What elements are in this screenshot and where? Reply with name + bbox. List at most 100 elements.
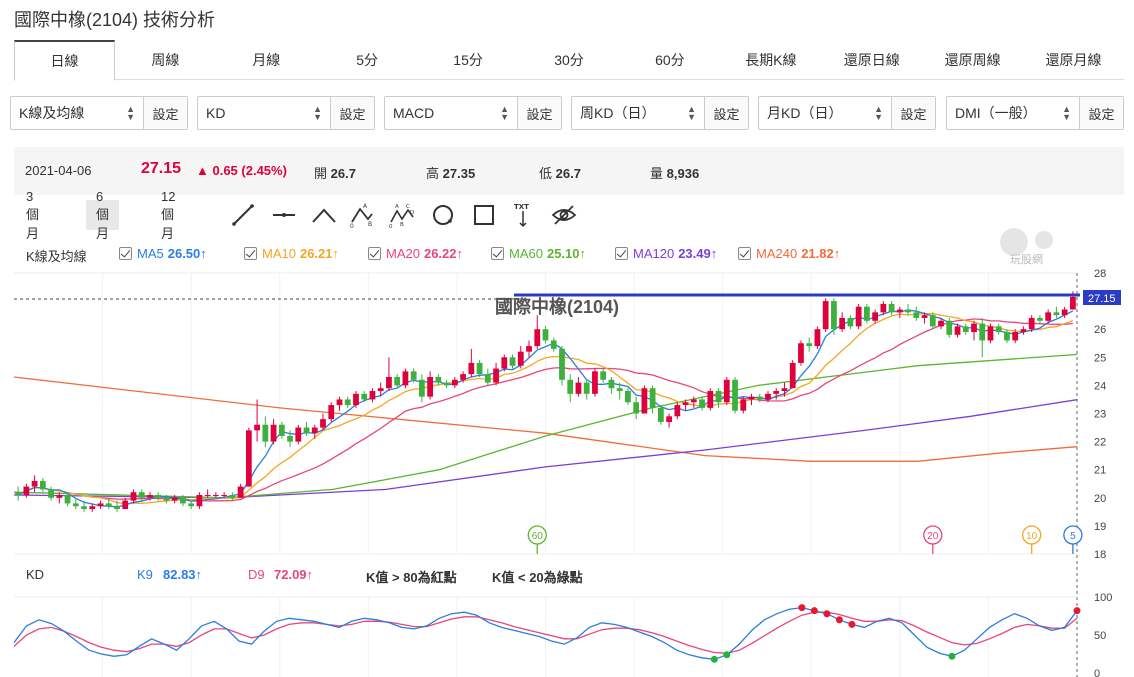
candle-body [23, 486, 30, 495]
candle-body [180, 497, 186, 504]
candle-body [196, 494, 203, 507]
candle-body [789, 362, 796, 389]
candle-body [534, 329, 541, 347]
candle-body [1004, 332, 1010, 341]
watermark-logo [1000, 228, 1053, 256]
candle-body [163, 497, 170, 501]
candle-body [451, 379, 458, 386]
kd-axis-tick: 100 [1094, 592, 1112, 604]
candle-body [1069, 296, 1076, 310]
price-axis-tick: 28 [1094, 268, 1106, 280]
candle-body [600, 371, 607, 380]
candle-body [888, 303, 895, 313]
candle-body [855, 306, 862, 327]
candle-body [814, 329, 821, 347]
candle-body [1037, 317, 1043, 321]
candle-body [443, 382, 450, 386]
kd-overbought-dot [810, 607, 818, 615]
candle-body [872, 312, 878, 321]
price-axis-tick: 23 [1094, 409, 1106, 421]
kd-overbought-dot [823, 610, 831, 618]
candle-body [15, 492, 22, 495]
ma-cross-marker-label: 5 [1070, 531, 1076, 542]
candle-body [954, 326, 961, 335]
price-axis-tick: 19 [1094, 521, 1106, 533]
candle-body [781, 388, 788, 392]
kd-overbought-dot [798, 604, 806, 612]
candle-body [122, 500, 129, 510]
candle-body [971, 323, 977, 333]
candle-body [1012, 332, 1019, 341]
candle-body [31, 480, 38, 487]
candle-body [929, 315, 936, 327]
candle-body [386, 376, 392, 389]
candle-body [245, 430, 252, 487]
candle-body [641, 388, 648, 414]
kd-oversold-dot [723, 651, 731, 659]
candle-body [1020, 329, 1027, 333]
price-axis-tick: 25 [1094, 352, 1106, 364]
candle-body [1053, 312, 1060, 316]
price-axis-tick: 26 [1094, 324, 1106, 336]
watermark-bubble-icon [1035, 231, 1053, 249]
candle-body [410, 371, 417, 380]
candle-body [921, 315, 928, 318]
candle-body [674, 405, 681, 417]
candle-body [666, 416, 672, 422]
candle-body [303, 427, 310, 434]
candle-body [353, 393, 359, 406]
candle-body [633, 402, 640, 414]
candle-body [229, 494, 236, 498]
kd-overbought-dot [1073, 607, 1081, 615]
candle-body [756, 396, 763, 400]
kd-axis-tick: 50 [1094, 630, 1106, 642]
candle-body [798, 343, 804, 363]
candle-body [64, 494, 71, 504]
candle-body [311, 427, 318, 434]
candle-body [592, 371, 598, 394]
candle-body [863, 306, 870, 321]
candle-body [336, 399, 343, 406]
candle-body [328, 405, 335, 420]
price-axis-tick: 18 [1094, 549, 1106, 561]
candle-body [138, 492, 145, 498]
candle-body [213, 494, 219, 496]
candle-body [707, 391, 714, 408]
candle-body [773, 391, 780, 394]
candle-body [468, 362, 475, 375]
candle-body [435, 376, 442, 383]
candle-body [377, 388, 384, 392]
candle-body [649, 388, 656, 408]
candle-body [748, 396, 755, 400]
candle-body [831, 301, 837, 330]
candle-body [542, 329, 549, 341]
watermark-cow-icon [1000, 228, 1028, 256]
candle-body [987, 326, 994, 341]
candle-body [427, 376, 434, 397]
candle-body [839, 317, 846, 330]
candle-body [493, 368, 499, 383]
candle-body [740, 399, 747, 411]
candle-body [419, 379, 425, 397]
candle-body [715, 391, 722, 403]
stock-chart[interactable]: 2827262524232221201918玩股網國際中橡(2104)27.15… [0, 0, 1134, 677]
candle-body [913, 312, 920, 318]
candle-body [147, 494, 153, 498]
candle-body [72, 503, 79, 507]
candle-body [723, 379, 730, 403]
price-axis-tick: 20 [1094, 493, 1106, 505]
candle-body [559, 348, 565, 380]
candle-body [460, 374, 466, 380]
price-axis-tick: 22 [1094, 437, 1106, 449]
kd-oversold-dot [948, 652, 956, 660]
candle-body [295, 427, 302, 442]
price-axis-tick: 24 [1094, 380, 1106, 392]
candle-body [81, 506, 87, 510]
candle-body [699, 399, 705, 408]
candle-body [938, 320, 944, 327]
candle-body [344, 399, 351, 406]
candle-body [171, 497, 178, 501]
candle-body [402, 371, 409, 386]
candle-body [567, 379, 574, 394]
candle-body [822, 301, 829, 330]
